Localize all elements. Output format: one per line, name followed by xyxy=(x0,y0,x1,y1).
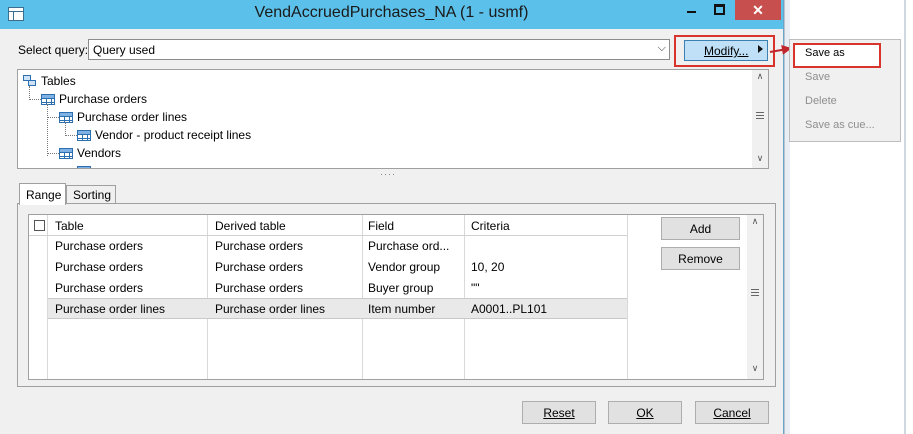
tree-connector xyxy=(47,117,59,119)
tree-scrollbar[interactable]: ∧ ∨ xyxy=(752,70,768,168)
scroll-grip xyxy=(756,115,764,116)
cell-derived-table: Purchase order lines xyxy=(215,302,326,316)
add-button-label: Add xyxy=(689,222,712,236)
scroll-down-icon[interactable]: ∨ xyxy=(747,363,763,374)
tree-node-vendors[interactable]: Vendors xyxy=(59,145,121,161)
cell-derived-table: Purchase orders xyxy=(215,239,304,253)
tree-node-label: Purchase order lines xyxy=(77,110,188,124)
cell-table: Purchase order lines xyxy=(55,302,166,316)
minimize-button[interactable] xyxy=(678,0,705,20)
scroll-grip xyxy=(756,112,764,113)
scroll-grip xyxy=(756,118,764,119)
tree-connector xyxy=(65,135,77,137)
reset-button[interactable]: Reset xyxy=(522,401,596,424)
table-row[interactable]: Purchase orders Purchase orders Buyer gr… xyxy=(48,277,627,298)
submenu-arrow-icon xyxy=(758,45,763,53)
tree-root-label: Tables xyxy=(41,74,76,88)
chevron-down-icon: ⌵ xyxy=(657,42,666,54)
cell-table: Purchase orders xyxy=(55,260,144,274)
minimize-icon xyxy=(687,11,696,13)
scroll-grip xyxy=(751,289,759,290)
cell-field: Vendor group xyxy=(368,260,441,274)
tree-node-purchase-orders[interactable]: Purchase orders xyxy=(41,91,147,107)
tab-label: Range xyxy=(26,188,62,202)
table-row[interactable]: Purchase orders Purchase orders Vendor g… xyxy=(48,256,627,277)
tab-sorting[interactable]: Sorting xyxy=(66,185,116,204)
column-header-derived-table[interactable]: Derived table xyxy=(215,219,286,233)
grid-scrollbar[interactable]: ∧ ∨ xyxy=(747,215,763,379)
select-query-dropdown[interactable]: Query used ⌵ xyxy=(88,39,670,60)
tab-range[interactable]: Range xyxy=(19,183,66,205)
scroll-up-icon[interactable]: ∧ xyxy=(747,216,763,227)
tree-node-vendor-product-receipt-lines[interactable]: Vendor - product receipt lines xyxy=(77,127,251,143)
cell-table: Purchase orders xyxy=(55,281,144,295)
tree-connector xyxy=(29,99,41,101)
tree-node-label: Vendor - product receipt lines xyxy=(95,128,252,142)
background-divider xyxy=(904,0,906,434)
select-all-checkbox[interactable] xyxy=(34,220,45,231)
reset-button-label: Reset xyxy=(543,406,575,420)
cell-derived-table: Purchase orders xyxy=(215,260,304,274)
menu-item-save-as[interactable]: Save as xyxy=(805,47,845,59)
grid-header: Table Derived table Field Criteria xyxy=(29,215,627,236)
cell-field: Buyer group xyxy=(368,281,434,295)
cell-table: Purchase orders xyxy=(55,239,144,253)
select-query-label: Select query: xyxy=(18,43,89,57)
scroll-down-icon[interactable]: ∨ xyxy=(752,153,768,164)
table-icon xyxy=(59,147,73,159)
cancel-button[interactable]: Cancel xyxy=(695,401,769,424)
close-icon: ✕ xyxy=(752,2,764,18)
scroll-grip xyxy=(751,295,759,296)
column-header-field[interactable]: Field xyxy=(368,219,394,233)
maximize-button[interactable] xyxy=(706,0,733,20)
column-header-criteria[interactable]: Criteria xyxy=(471,219,510,233)
menu-item-delete[interactable]: Delete xyxy=(805,95,837,107)
ok-button[interactable]: OK xyxy=(608,401,682,424)
tab-label: Sorting xyxy=(73,188,112,202)
menu-item-save-as-cue[interactable]: Save as cue... xyxy=(805,119,875,131)
modify-button[interactable]: Modify... xyxy=(684,40,768,61)
cell-field: Purchase ord... xyxy=(368,239,450,253)
remove-button[interactable]: Remove xyxy=(661,247,740,270)
modify-button-label: Modify... xyxy=(704,44,749,58)
cell-criteria[interactable]: A0001..PL101 xyxy=(471,302,547,316)
cell-field: Item number xyxy=(368,302,436,316)
scroll-up-icon[interactable]: ∧ xyxy=(752,71,768,82)
tree-connector xyxy=(29,86,31,100)
pane-splitter[interactable]: ···· xyxy=(380,169,396,179)
tree-node-purchase-order-lines[interactable]: Purchase order lines xyxy=(59,109,187,125)
menu-item-save[interactable]: Save xyxy=(805,71,830,83)
close-button[interactable]: ✕ xyxy=(735,0,781,20)
tree-connector xyxy=(47,104,49,156)
table-icon xyxy=(59,111,73,123)
tree-node-label: Purchase orders xyxy=(59,92,148,106)
tree-connector xyxy=(47,153,59,155)
tree-node-label: Vendors xyxy=(77,146,122,160)
table-icon xyxy=(77,165,91,168)
maximize-icon xyxy=(714,4,725,15)
window-title: VendAccruedPurchases_NA (1 - usmf) xyxy=(254,4,529,21)
select-query-value: Query used xyxy=(93,43,156,57)
tree-connector xyxy=(65,122,67,136)
table-icon xyxy=(77,129,91,141)
table-row-selected[interactable]: Purchase order lines Purchase order line… xyxy=(48,298,627,319)
query-tables-tree[interactable]: Tables Purchase orders Purchase order li… xyxy=(17,69,769,169)
table-icon xyxy=(41,93,55,105)
ok-button-label: OK xyxy=(636,406,654,420)
cancel-button-label: Cancel xyxy=(713,406,751,420)
cell-criteria[interactable]: 10, 20 xyxy=(471,260,504,274)
scroll-grip xyxy=(751,292,759,293)
query-dialog: VendAccruedPurchases_NA (1 - usmf) ✕ Sel… xyxy=(0,0,784,434)
cell-criteria[interactable]: "" xyxy=(471,281,480,295)
column-separator xyxy=(627,215,628,379)
range-grid[interactable]: Table Derived table Field Criteria Purch… xyxy=(28,214,764,380)
title-bar[interactable]: VendAccruedPurchases_NA (1 - usmf) ✕ xyxy=(0,0,783,29)
add-button[interactable]: Add xyxy=(661,217,740,240)
column-header-table[interactable]: Table xyxy=(55,219,84,233)
table-row[interactable]: Purchase orders Purchase orders Purchase… xyxy=(48,235,627,256)
cell-derived-table: Purchase orders xyxy=(215,281,304,295)
remove-button-label: Remove xyxy=(678,252,723,266)
tree-node-clipped xyxy=(77,163,91,168)
